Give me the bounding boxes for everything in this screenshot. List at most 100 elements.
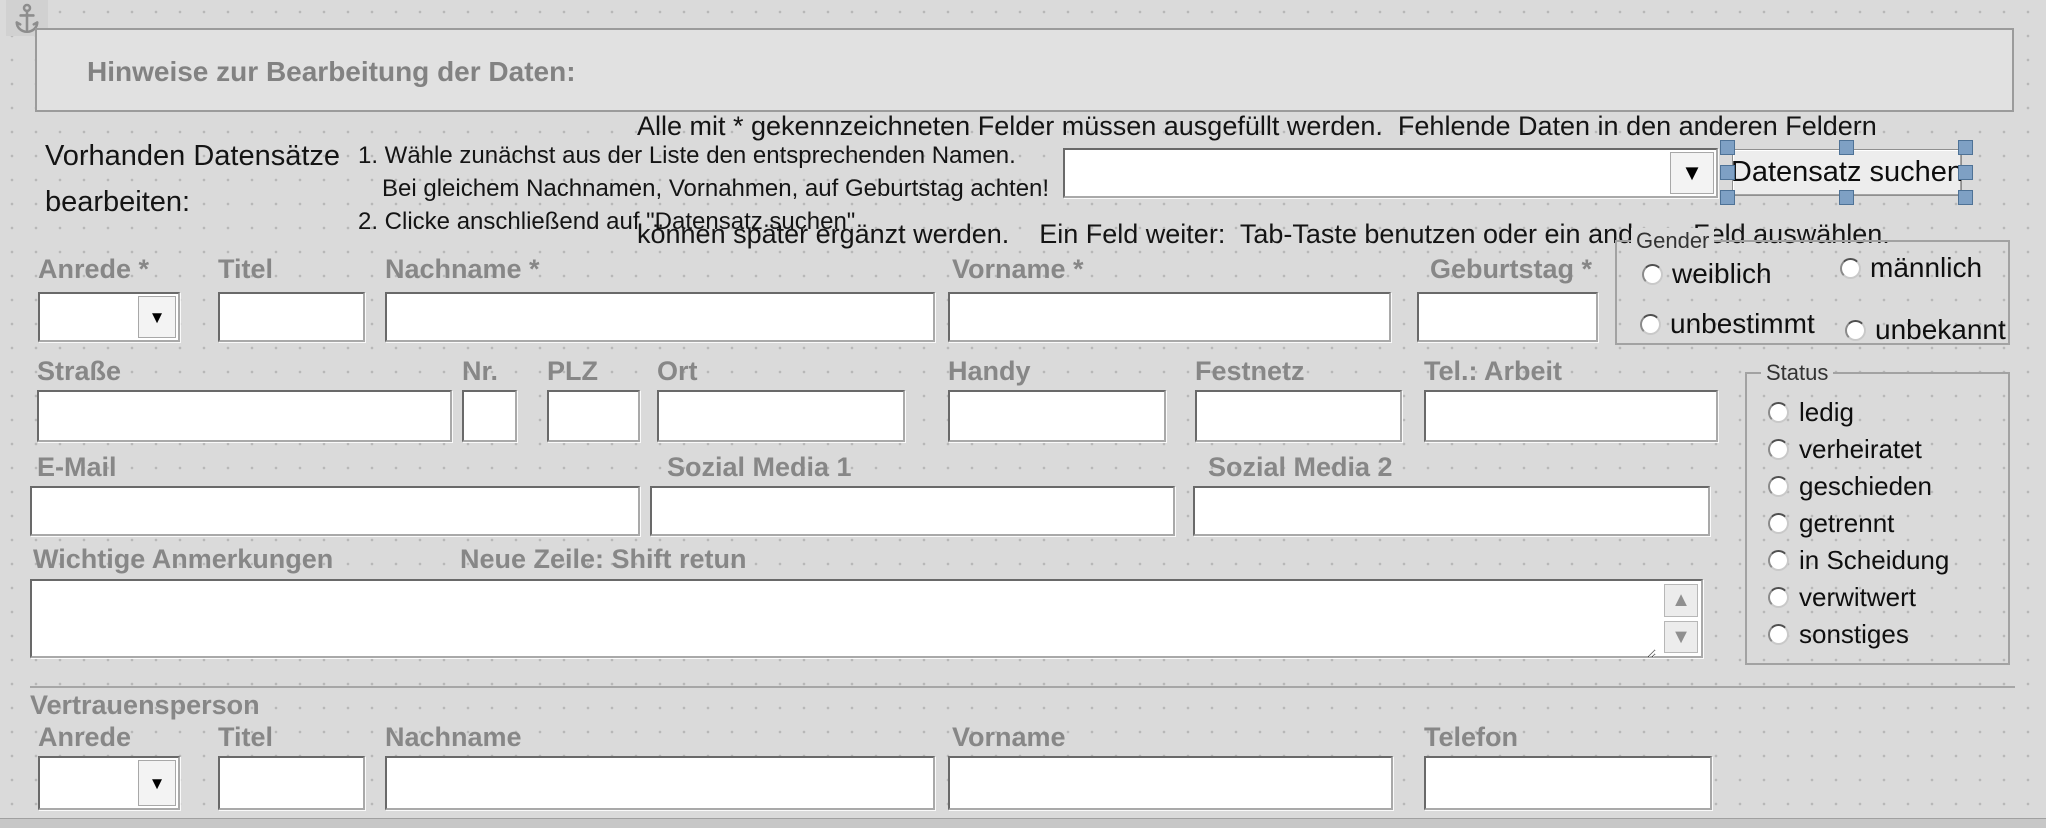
step-2: 2. Clicke anschließend auf "Datensatz su… <box>358 205 1049 238</box>
selection-handle-bottom-right[interactable] <box>1958 190 1973 205</box>
anmerkungen-hint-label: Neue Zeile: Shift retun <box>460 544 747 575</box>
section-divider <box>30 686 2015 688</box>
email-input[interactable] <box>30 486 640 536</box>
anrede-label: Anrede * <box>38 254 149 285</box>
record-search-heading-line1: Vorhanden Datensätze <box>45 133 340 179</box>
vp-anrede-combo[interactable]: ▼ <box>38 756 180 810</box>
gender-radio-weiblich[interactable] <box>1642 264 1663 285</box>
vp-nachname-input[interactable] <box>385 756 935 810</box>
status-option-in-scheidung[interactable]: in Scheidung <box>1799 545 1949 576</box>
handy-input[interactable] <box>948 390 1166 442</box>
anrede-combo[interactable]: ▼ <box>38 292 180 342</box>
festnetz-input[interactable] <box>1195 390 1402 442</box>
vp-nachname-label: Nachname <box>385 722 522 753</box>
nr-label: Nr. <box>462 356 498 387</box>
selection-handle-bottom-center[interactable] <box>1839 190 1854 205</box>
nachname-input[interactable] <box>385 292 935 342</box>
gender-radio-unbekannt[interactable] <box>1845 320 1866 341</box>
plz-input[interactable] <box>547 390 640 442</box>
notice-label: Hinweise zur Bearbeitung der Daten: <box>87 56 576 88</box>
vp-telefon-input[interactable] <box>1424 756 1712 810</box>
vertrauensperson-heading: Vertrauensperson <box>30 690 260 721</box>
form-canvas: Hinweise zur Bearbeitung der Daten: Alle… <box>0 0 2046 828</box>
vp-titel-label: Titel <box>218 722 273 753</box>
vp-vorname-input[interactable] <box>948 756 1393 810</box>
strasse-label: Straße <box>37 356 121 387</box>
status-row-verheiratet: verheiratet <box>1768 438 1949 460</box>
status-row-in-scheidung: in Scheidung <box>1768 549 1949 571</box>
status-group-legend: Status <box>1761 360 1833 386</box>
gender-option-unbekannt[interactable]: unbekannt <box>1875 314 2006 346</box>
selection-handle-mid-right[interactable] <box>1958 165 1973 180</box>
status-option-getrennt[interactable]: getrennt <box>1799 508 1894 539</box>
status-option-ledig[interactable]: ledig <box>1799 397 1854 428</box>
record-search-combo[interactable]: ▼ <box>1063 148 1718 198</box>
tel-arbeit-label: Tel.: Arbeit <box>1424 356 1562 387</box>
tel-arbeit-input[interactable] <box>1424 390 1718 442</box>
ort-label: Ort <box>657 356 698 387</box>
ort-input[interactable] <box>657 390 905 442</box>
titel-input[interactable] <box>218 292 365 342</box>
festnetz-label: Festnetz <box>1195 356 1305 387</box>
selection-handle-top-right[interactable] <box>1958 140 1973 155</box>
anmerkungen-scrollbar[interactable]: ▲ ▼ <box>1664 584 1698 653</box>
gender-option-unbestimmt[interactable]: unbestimmt <box>1670 308 1815 340</box>
geburtstag-label: Geburtstag * <box>1430 254 1592 285</box>
status-radio-verwitwert[interactable] <box>1768 587 1789 608</box>
datensatz-suchen-button-label: Datensatz suchen <box>1731 156 1963 189</box>
step-1b: Bei gleichem Nachnamen, Vornahmen, auf G… <box>382 172 1049 205</box>
scroll-down-icon[interactable]: ▼ <box>1664 621 1698 654</box>
status-options: ledig verheiratet geschieden getrennt in… <box>1768 401 1949 645</box>
sozial-media-1-input[interactable] <box>650 486 1175 536</box>
strasse-input[interactable] <box>37 390 452 442</box>
vp-anrede-label: Anrede <box>38 722 131 753</box>
status-row-verwitwert: verwitwert <box>1768 586 1949 608</box>
status-radio-verheiratet[interactable] <box>1768 439 1789 460</box>
status-radio-geschieden[interactable] <box>1768 476 1789 497</box>
sozial-media-2-input[interactable] <box>1193 486 1710 536</box>
selection-handle-top-left[interactable] <box>1720 140 1735 155</box>
nr-input[interactable] <box>462 390 517 442</box>
record-search-steps: 1. Wähle zunächst aus der Liste den ents… <box>358 139 1049 238</box>
sozial-media-1-label: Sozial Media 1 <box>667 452 852 483</box>
status-option-geschieden[interactable]: geschieden <box>1799 471 1932 502</box>
status-option-verwitwert[interactable]: verwitwert <box>1799 582 1916 613</box>
status-row-ledig: ledig <box>1768 401 1949 423</box>
anrede-combo-arrow-icon[interactable]: ▼ <box>138 296 176 338</box>
gender-radio-unbestimmt[interactable] <box>1640 314 1661 335</box>
gender-radio-maennlich[interactable] <box>1840 258 1861 279</box>
status-option-verheiratet[interactable]: verheiratet <box>1799 434 1922 465</box>
vp-telefon-label: Telefon <box>1424 722 1518 753</box>
selection-handle-top-center[interactable] <box>1839 140 1854 155</box>
titel-label: Titel <box>218 254 273 285</box>
status-row-sonstiges: sonstiges <box>1768 623 1949 645</box>
vorname-input[interactable] <box>948 292 1391 342</box>
anmerkungen-label: Wichtige Anmerkungen <box>33 544 333 575</box>
gender-option-weiblich[interactable]: weiblich <box>1672 258 1772 290</box>
status-radio-in-scheidung[interactable] <box>1768 550 1789 571</box>
vp-vorname-label: Vorname <box>952 722 1066 753</box>
record-search-combo-arrow-icon[interactable]: ▼ <box>1670 152 1714 194</box>
status-row-getrennt: getrennt <box>1768 512 1949 534</box>
plz-label: PLZ <box>547 356 598 387</box>
vp-anrede-combo-arrow-icon[interactable]: ▼ <box>138 760 176 806</box>
status-row-geschieden: geschieden <box>1768 475 1949 497</box>
geburtstag-input[interactable] <box>1417 292 1598 342</box>
anmerkungen-textarea[interactable] <box>32 581 1656 658</box>
status-radio-sonstiges[interactable] <box>1768 624 1789 645</box>
nachname-label: Nachname * <box>385 254 540 285</box>
notice-box: Hinweise zur Bearbeitung der Daten: Alle… <box>35 28 2014 112</box>
handy-label: Handy <box>948 356 1031 387</box>
datensatz-suchen-button[interactable]: Datensatz suchen <box>1732 149 1962 196</box>
vp-titel-input[interactable] <box>218 756 365 810</box>
status-radio-getrennt[interactable] <box>1768 513 1789 534</box>
sozial-media-2-label: Sozial Media 2 <box>1208 452 1393 483</box>
selection-handle-mid-left[interactable] <box>1720 165 1735 180</box>
scroll-up-icon[interactable]: ▲ <box>1664 584 1698 617</box>
vorname-label: Vorname * <box>952 254 1084 285</box>
gender-option-maennlich[interactable]: männlich <box>1870 252 1982 284</box>
selection-handle-bottom-left[interactable] <box>1720 190 1735 205</box>
record-search-heading: Vorhanden Datensätze bearbeiten: <box>45 133 340 225</box>
status-option-sonstiges[interactable]: sonstiges <box>1799 619 1909 650</box>
status-radio-ledig[interactable] <box>1768 402 1789 423</box>
